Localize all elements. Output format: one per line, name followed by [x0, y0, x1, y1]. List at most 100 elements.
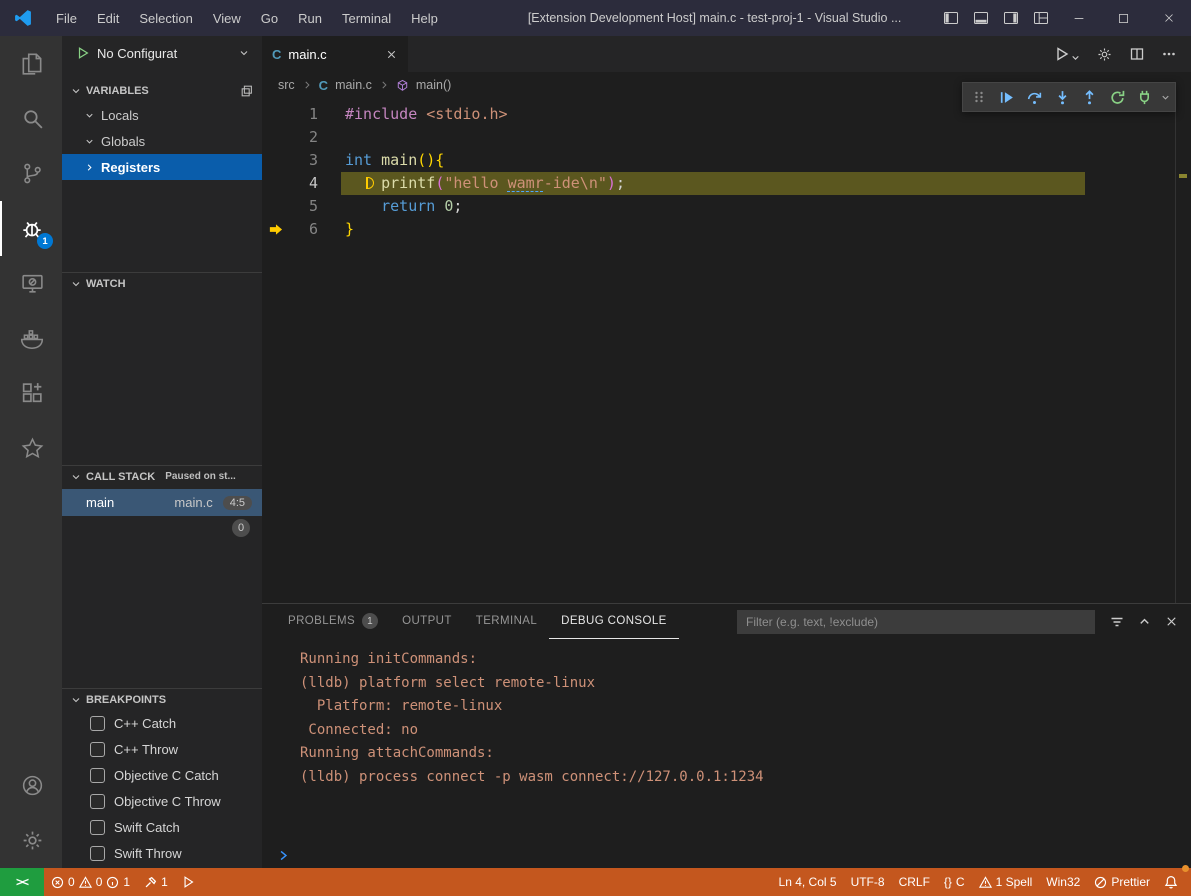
code-line-5[interactable]: 5 return 0;: [262, 195, 1191, 218]
variables-item-registers[interactable]: Registers: [62, 154, 262, 180]
step-over-icon[interactable]: [1022, 84, 1047, 110]
breakpoint-swift-throw[interactable]: Swift Throw: [62, 840, 262, 866]
menu-terminal[interactable]: Terminal: [332, 0, 401, 36]
tab-problems[interactable]: PROBLEMS 1: [276, 604, 390, 639]
breakpoint-gutter[interactable]: [262, 126, 284, 149]
close-window-button[interactable]: [1146, 0, 1191, 36]
run-file-button[interactable]: [1054, 46, 1080, 62]
code-line-2[interactable]: 2: [262, 126, 1191, 149]
breadcrumb-folder[interactable]: src: [278, 78, 295, 92]
console-input-row[interactable]: [262, 842, 1191, 868]
extensions-icon[interactable]: [0, 366, 62, 421]
tab-debug-console[interactable]: DEBUG CONSOLE: [549, 604, 679, 639]
tab-terminal[interactable]: TERMINAL: [464, 604, 549, 639]
menu-view[interactable]: View: [203, 0, 251, 36]
breakpoint-gutter[interactable]: [262, 172, 284, 195]
menu-run[interactable]: Run: [288, 0, 332, 36]
checkbox[interactable]: [90, 742, 105, 757]
debug-config-dropdown[interactable]: No Configurat: [62, 36, 262, 70]
debug-status-indicator[interactable]: [175, 868, 203, 896]
chevron-down-icon[interactable]: [1160, 92, 1171, 103]
start-debug-icon[interactable]: [76, 46, 90, 60]
console-filter-input[interactable]: [737, 610, 1095, 634]
remote-explorer-icon[interactable]: [0, 256, 62, 311]
tab-main-c[interactable]: C main.c: [262, 36, 408, 72]
checkbox[interactable]: [90, 794, 105, 809]
encoding-indicator[interactable]: UTF-8: [844, 868, 892, 896]
watch-section-header[interactable]: WATCH: [62, 272, 262, 294]
tools-indicator[interactable]: 1: [137, 868, 175, 896]
platform-indicator[interactable]: Win32: [1039, 868, 1087, 896]
menu-file[interactable]: File: [46, 0, 87, 36]
minimize-button[interactable]: [1056, 0, 1101, 36]
menu-go[interactable]: Go: [251, 0, 288, 36]
restart-icon[interactable]: [1105, 84, 1130, 110]
breakpoint-gutter[interactable]: [262, 218, 284, 241]
breadcrumb-symbol[interactable]: main(): [416, 78, 451, 92]
maximize-button[interactable]: [1101, 0, 1146, 36]
step-out-icon[interactable]: [1077, 84, 1102, 110]
search-icon[interactable]: [0, 91, 62, 146]
code-line-6[interactable]: 6 }: [262, 218, 1191, 241]
breakpoints-section-header[interactable]: BREAKPOINTS: [62, 688, 262, 710]
checkbox[interactable]: [90, 768, 105, 783]
source-control-icon[interactable]: [0, 146, 62, 201]
tab-output[interactable]: OUTPUT: [390, 604, 464, 639]
disconnect-icon[interactable]: [1132, 84, 1157, 110]
breakpoint-cpp-throw[interactable]: C++ Throw: [62, 736, 262, 762]
spell-checker-indicator[interactable]: 1 Spell: [972, 868, 1040, 896]
variables-section-header[interactable]: VARIABLES: [62, 80, 262, 102]
split-editor-icon[interactable]: [1129, 46, 1145, 62]
breakpoint-gutter[interactable]: [262, 103, 284, 126]
code-line-4-current[interactable]: 4 printf("hello wamr-ide\n");: [262, 172, 1191, 195]
notifications-bell[interactable]: [1157, 868, 1185, 896]
chevron-right-icon: [302, 80, 312, 90]
customize-layout-icon[interactable]: [1026, 0, 1056, 36]
breakpoint-objc-throw[interactable]: Objective C Throw: [62, 788, 262, 814]
toggle-panel-icon[interactable]: [966, 0, 996, 36]
eol-indicator[interactable]: CRLF: [892, 868, 937, 896]
settings-gear-icon[interactable]: [0, 813, 62, 868]
toolchain-gear-icon[interactable]: [1096, 46, 1113, 63]
run-debug-icon[interactable]: 1: [0, 201, 62, 256]
cursor-position[interactable]: Ln 4, Col 5: [772, 868, 844, 896]
checkbox[interactable]: [90, 716, 105, 731]
breakpoint-objc-catch[interactable]: Objective C Catch: [62, 762, 262, 788]
variables-item-globals[interactable]: Globals: [62, 128, 262, 154]
call-stack-section-header[interactable]: CALL STACK Paused on st...: [62, 465, 262, 487]
more-actions-icon[interactable]: [1161, 46, 1177, 62]
maximize-panel-icon[interactable]: [1137, 614, 1152, 629]
breakpoint-gutter[interactable]: [262, 195, 284, 218]
checkbox[interactable]: [90, 846, 105, 861]
breakpoint-swift-catch[interactable]: Swift Catch: [62, 814, 262, 840]
checkbox[interactable]: [90, 820, 105, 835]
close-tab-icon[interactable]: [385, 48, 398, 61]
language-mode[interactable]: {} C: [937, 868, 972, 896]
variables-item-locals[interactable]: Locals: [62, 102, 262, 128]
stack-frame-row[interactable]: main main.c 4:5: [62, 489, 262, 516]
explorer-icon[interactable]: [0, 36, 62, 91]
prettier-indicator[interactable]: Prettier: [1087, 868, 1157, 896]
toggle-sidebar-icon[interactable]: [936, 0, 966, 36]
breakpoint-cpp-catch[interactable]: C++ Catch: [62, 710, 262, 736]
toolbar-drag-grip[interactable]: [967, 84, 992, 110]
code-line-3[interactable]: 3 int main(){: [262, 149, 1191, 172]
menu-help[interactable]: Help: [401, 0, 448, 36]
step-into-icon[interactable]: [1050, 84, 1075, 110]
docker-icon[interactable]: [0, 311, 62, 366]
menu-edit[interactable]: Edit: [87, 0, 129, 36]
breadcrumb-file[interactable]: main.c: [335, 78, 372, 92]
star-extension-icon[interactable]: [0, 421, 62, 476]
accounts-icon[interactable]: [0, 758, 62, 813]
close-panel-icon[interactable]: [1164, 614, 1179, 629]
continue-icon[interactable]: [995, 84, 1020, 110]
remote-indicator[interactable]: ><: [0, 868, 44, 896]
problems-indicator[interactable]: 0 0 1: [44, 868, 137, 896]
filter-lines-icon[interactable]: [1109, 614, 1125, 630]
code-editor[interactable]: 1 #include <stdio.h> 2 3 int main(){: [262, 98, 1191, 603]
line-number: 5: [284, 195, 318, 218]
breakpoint-gutter[interactable]: [262, 149, 284, 172]
toggle-secondary-sidebar-icon[interactable]: [996, 0, 1026, 36]
copy-value-icon[interactable]: [240, 84, 254, 98]
menu-selection[interactable]: Selection: [129, 0, 202, 36]
